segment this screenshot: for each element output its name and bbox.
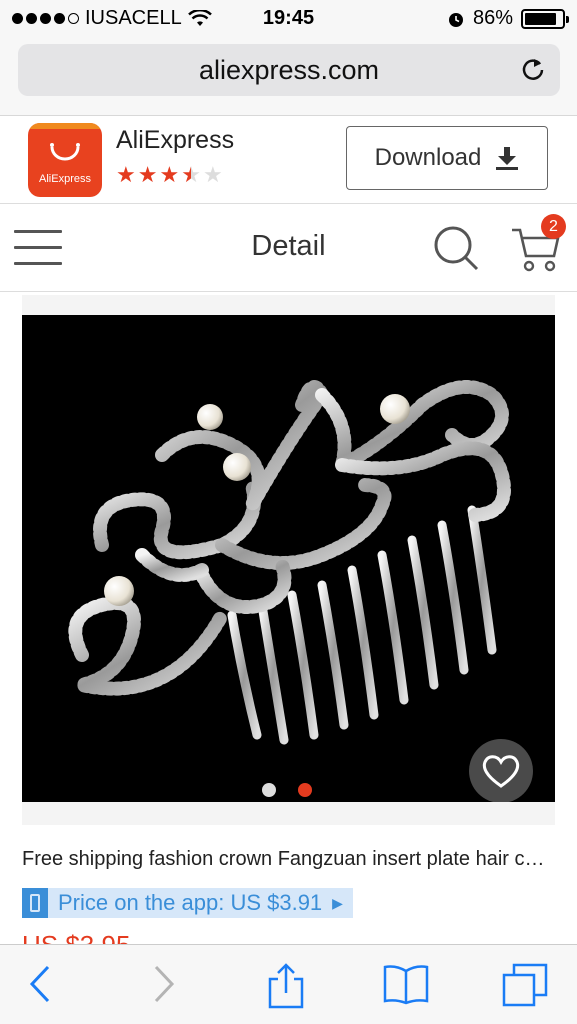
page-title: Detail <box>251 230 326 262</box>
app-rating: ★ ★ ★ ★ ★ <box>116 164 223 186</box>
share-icon[interactable] <box>266 963 306 1009</box>
forward-icon[interactable] <box>150 963 178 1005</box>
star-icon: ★ <box>181 162 201 187</box>
alarm-icon <box>448 12 463 27</box>
hair-comb-image <box>68 380 511 745</box>
chevron-right-icon: ▶ <box>332 894 343 911</box>
battery-info: 86% <box>447 7 569 30</box>
status-bar: IUSACELL 19:45 86% <box>0 0 577 38</box>
product-price: US $3.95 <box>22 932 130 944</box>
bookmarks-icon[interactable] <box>382 963 430 1005</box>
battery-icon <box>521 8 569 29</box>
product-title[interactable]: Free shipping fashion crown Fangzuan ins… <box>22 848 552 871</box>
pager-dot[interactable] <box>262 783 276 797</box>
phone-icon <box>22 888 48 918</box>
cart-count-badge: 2 <box>541 214 566 239</box>
reload-icon[interactable] <box>520 56 546 82</box>
battery-percent: 86% <box>472 7 513 29</box>
star-icon: ★ <box>202 162 223 187</box>
favorite-button[interactable] <box>469 739 533 802</box>
product-image[interactable] <box>22 315 555 802</box>
aliexpress-app-icon: AliExpress <box>28 123 102 197</box>
heart-icon <box>482 755 520 788</box>
browser-chrome: aliexpress.com <box>0 38 577 116</box>
app-download-banner: AliExpress AliExpress ★ ★ ★ ★ ★ Download <box>0 116 577 204</box>
url-text: aliexpress.com <box>198 54 380 85</box>
app-name: AliExpress <box>116 126 235 154</box>
address-bar[interactable]: aliexpress.com <box>18 44 560 96</box>
star-icon: ★ <box>137 162 158 187</box>
page-header: Detail <box>0 204 577 292</box>
star-icon: ★ <box>116 162 136 187</box>
browser-toolbar <box>0 944 577 1024</box>
app-icon-label: AliExpress <box>39 173 91 185</box>
app-price-text: Price on the app: US $3.91 <box>58 890 323 915</box>
star-icon: ★ <box>159 162 180 187</box>
search-icon[interactable] <box>432 224 482 274</box>
app-price-banner[interactable]: Price on the app: US $3.91 ▶ <box>22 888 353 918</box>
download-button[interactable]: Download <box>346 126 548 190</box>
back-icon[interactable] <box>26 963 54 1005</box>
image-pager <box>262 783 312 797</box>
tabs-icon[interactable] <box>502 963 548 1009</box>
download-icon <box>496 147 519 170</box>
pager-dot[interactable] <box>298 783 312 797</box>
smile-bag-icon <box>50 143 80 161</box>
download-label: Download <box>374 144 482 171</box>
